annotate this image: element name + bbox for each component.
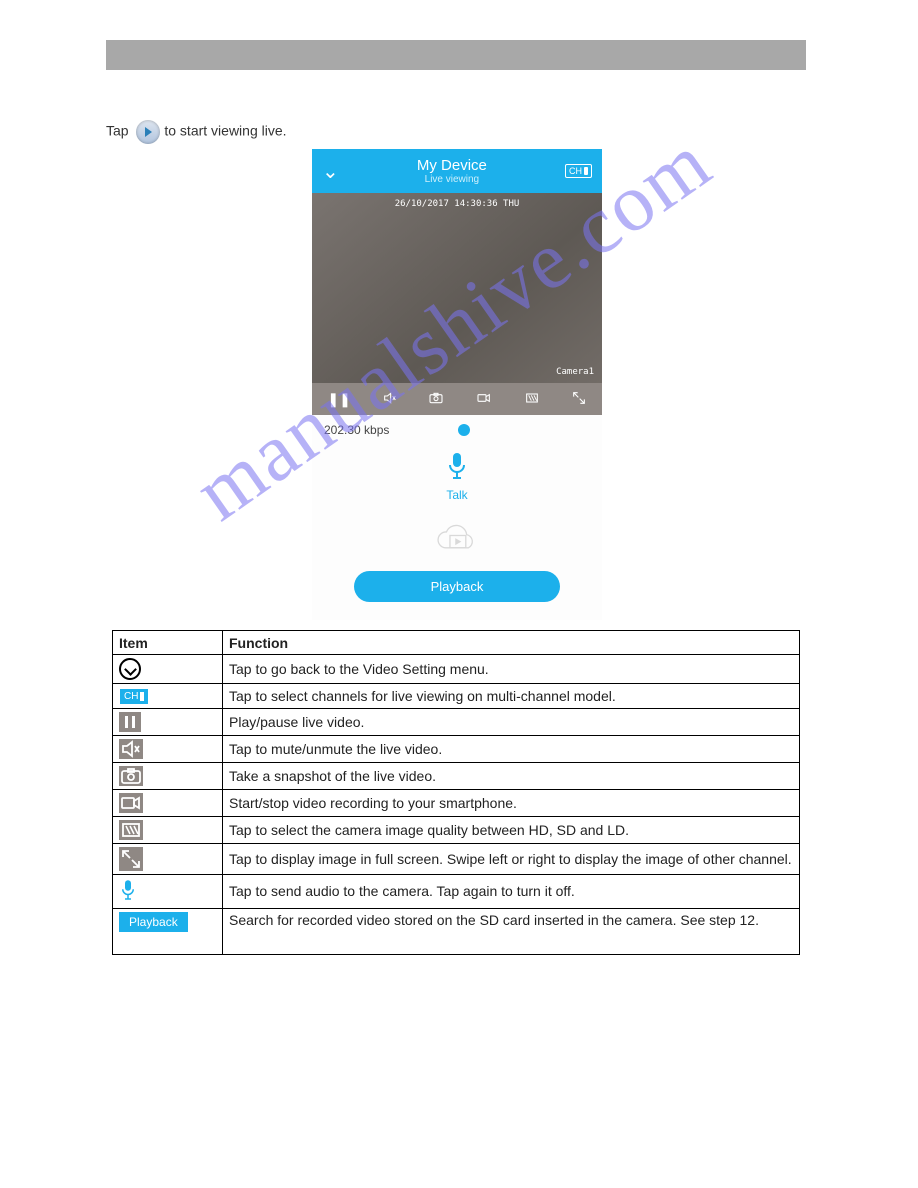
video-timestamp: 26/10/2017 14:30:36 THU [312, 199, 602, 209]
playback-cloud-icon [324, 522, 590, 561]
camera-snapshot-icon[interactable] [428, 390, 444, 409]
stream-quality-icon [119, 820, 143, 840]
speaker-mute-icon[interactable] [382, 390, 398, 409]
app-title: My Device [417, 157, 487, 174]
play-icon [136, 120, 160, 144]
row-func: Tap to select the camera image quality b… [223, 816, 800, 843]
talk-label: Talk [324, 488, 590, 502]
chevron-down-icon [119, 658, 141, 680]
legend-table: Item Function Tap to go back to the Vide… [112, 630, 800, 955]
playback-pill-icon: Playback [119, 912, 188, 932]
phone-screenshot: ⌄ My Device Live viewing CH 26/10/2017 1… [312, 149, 602, 620]
info-dot-icon[interactable] [458, 424, 470, 436]
row-func: Tap to go back to the Video Setting menu… [223, 655, 800, 684]
app-subtitle: Live viewing [417, 174, 487, 185]
app-header: ⌄ My Device Live viewing CH [312, 149, 602, 193]
speaker-mute-icon [119, 739, 143, 759]
row-func: Tap to display image in full screen. Swi… [223, 843, 800, 874]
video-record-icon [119, 793, 143, 813]
control-bar: ❚❚ [312, 383, 602, 415]
channel-select-icon: CH [119, 688, 149, 705]
intro-suffix: to start viewing live. [164, 123, 286, 139]
row-func: Search for recorded video stored on the … [223, 908, 800, 954]
header-item: Item [113, 631, 223, 655]
video-record-icon[interactable] [475, 390, 493, 409]
row-func: Tap to select channels for live viewing … [223, 684, 800, 709]
page-banner [106, 40, 806, 70]
row-func: Play/pause live video. [223, 708, 800, 735]
row-func: Start/stop video recording to your smart… [223, 789, 800, 816]
stream-quality-icon[interactable] [524, 390, 540, 409]
row-func: Tap to send audio to the camera. Tap aga… [223, 874, 800, 908]
playback-button[interactable]: Playback [354, 571, 560, 602]
camera-label: Camera1 [556, 367, 594, 377]
intro-line: Tap to start viewing live. [106, 120, 808, 144]
row-func: Take a snapshot of the live video. [223, 762, 800, 789]
channel-badge-icon[interactable]: CH [565, 164, 592, 178]
mic-icon[interactable] [445, 451, 469, 481]
pause-icon [119, 712, 141, 732]
back-chevron-icon[interactable]: ⌄ [322, 159, 339, 184]
header-function: Function [223, 631, 800, 655]
bitrate-label: 202.30 kbps [324, 423, 389, 437]
intro-prefix: Tap [106, 123, 129, 139]
camera-snapshot-icon [119, 766, 143, 786]
expand-icon [119, 847, 143, 871]
pause-icon[interactable]: ❚❚ [327, 391, 350, 408]
mic-talk-icon [119, 878, 137, 905]
video-frame: 26/10/2017 14:30:36 THU Camera1 [312, 193, 602, 383]
row-func: Tap to mute/unmute the live video. [223, 735, 800, 762]
expand-icon[interactable] [571, 390, 587, 409]
